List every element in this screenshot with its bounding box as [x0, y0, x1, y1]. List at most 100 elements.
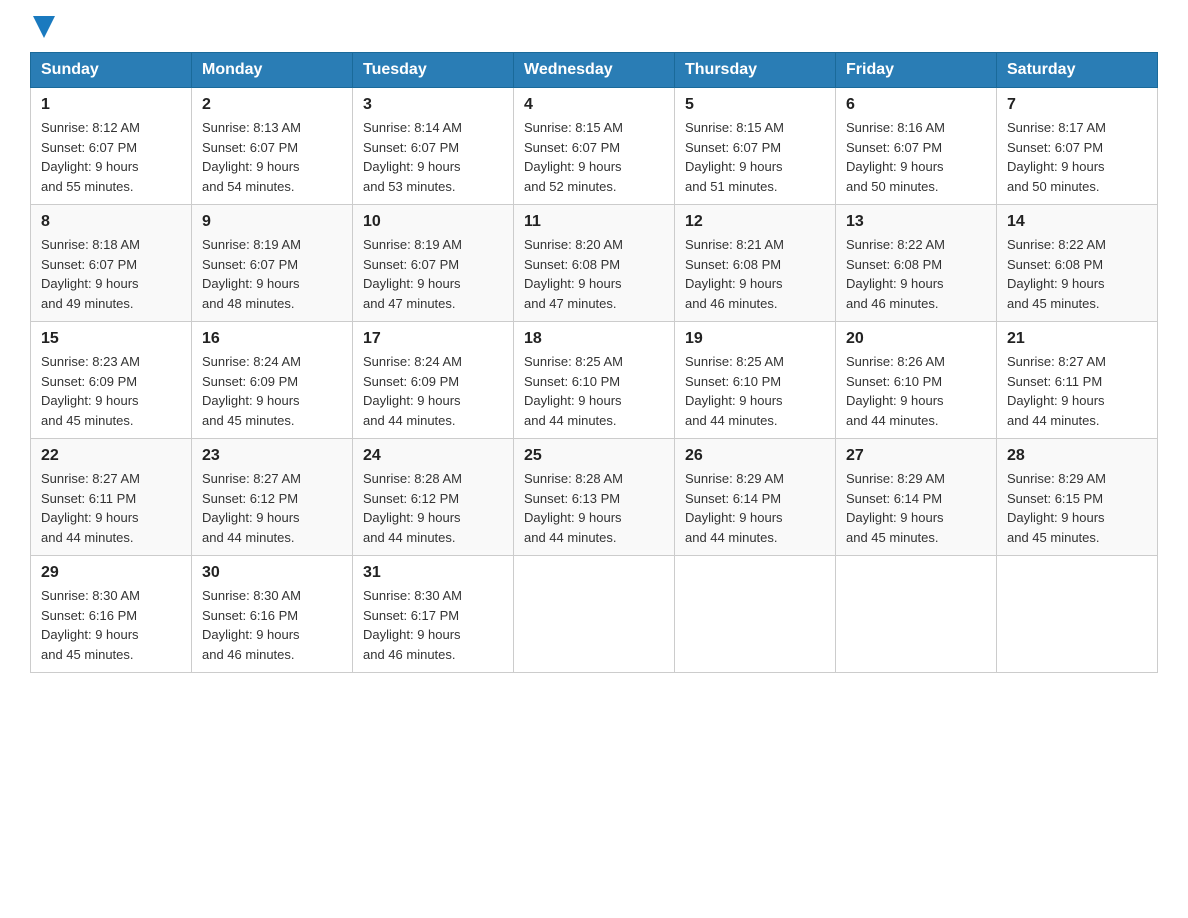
calendar-day-cell: 8 Sunrise: 8:18 AMSunset: 6:07 PMDayligh…	[31, 205, 192, 322]
day-info: Sunrise: 8:27 AMSunset: 6:12 PMDaylight:…	[202, 469, 342, 547]
day-number: 5	[685, 96, 825, 114]
calendar-day-cell: 3 Sunrise: 8:14 AMSunset: 6:07 PMDayligh…	[353, 88, 514, 205]
calendar-day-cell	[514, 556, 675, 673]
logo	[30, 20, 55, 32]
day-info: Sunrise: 8:19 AMSunset: 6:07 PMDaylight:…	[202, 235, 342, 313]
calendar-day-cell: 31 Sunrise: 8:30 AMSunset: 6:17 PMDaylig…	[353, 556, 514, 673]
calendar-day-cell: 16 Sunrise: 8:24 AMSunset: 6:09 PMDaylig…	[192, 322, 353, 439]
calendar-week-row: 1 Sunrise: 8:12 AMSunset: 6:07 PMDayligh…	[31, 88, 1158, 205]
day-info: Sunrise: 8:26 AMSunset: 6:10 PMDaylight:…	[846, 352, 986, 430]
calendar-day-cell: 5 Sunrise: 8:15 AMSunset: 6:07 PMDayligh…	[675, 88, 836, 205]
day-info: Sunrise: 8:15 AMSunset: 6:07 PMDaylight:…	[685, 118, 825, 196]
day-number: 18	[524, 330, 664, 348]
day-info: Sunrise: 8:20 AMSunset: 6:08 PMDaylight:…	[524, 235, 664, 313]
calendar-week-row: 15 Sunrise: 8:23 AMSunset: 6:09 PMDaylig…	[31, 322, 1158, 439]
calendar-day-cell: 4 Sunrise: 8:15 AMSunset: 6:07 PMDayligh…	[514, 88, 675, 205]
day-number: 30	[202, 564, 342, 582]
day-info: Sunrise: 8:30 AMSunset: 6:16 PMDaylight:…	[41, 586, 181, 664]
calendar-day-cell: 29 Sunrise: 8:30 AMSunset: 6:16 PMDaylig…	[31, 556, 192, 673]
day-number: 3	[363, 96, 503, 114]
day-number: 28	[1007, 447, 1147, 465]
day-info: Sunrise: 8:18 AMSunset: 6:07 PMDaylight:…	[41, 235, 181, 313]
calendar-day-cell: 22 Sunrise: 8:27 AMSunset: 6:11 PMDaylig…	[31, 439, 192, 556]
day-number: 1	[41, 96, 181, 114]
calendar-day-cell: 24 Sunrise: 8:28 AMSunset: 6:12 PMDaylig…	[353, 439, 514, 556]
calendar-table: SundayMondayTuesdayWednesdayThursdayFrid…	[30, 52, 1158, 673]
day-number: 25	[524, 447, 664, 465]
weekday-header-sunday: Sunday	[31, 53, 192, 88]
day-number: 11	[524, 213, 664, 231]
day-number: 10	[363, 213, 503, 231]
calendar-day-cell: 15 Sunrise: 8:23 AMSunset: 6:09 PMDaylig…	[31, 322, 192, 439]
day-number: 9	[202, 213, 342, 231]
calendar-day-cell	[997, 556, 1158, 673]
day-info: Sunrise: 8:24 AMSunset: 6:09 PMDaylight:…	[363, 352, 503, 430]
calendar-day-cell: 17 Sunrise: 8:24 AMSunset: 6:09 PMDaylig…	[353, 322, 514, 439]
calendar-day-cell: 21 Sunrise: 8:27 AMSunset: 6:11 PMDaylig…	[997, 322, 1158, 439]
calendar-day-cell: 9 Sunrise: 8:19 AMSunset: 6:07 PMDayligh…	[192, 205, 353, 322]
day-number: 29	[41, 564, 181, 582]
day-number: 21	[1007, 330, 1147, 348]
calendar-day-cell: 26 Sunrise: 8:29 AMSunset: 6:14 PMDaylig…	[675, 439, 836, 556]
day-info: Sunrise: 8:16 AMSunset: 6:07 PMDaylight:…	[846, 118, 986, 196]
calendar-day-cell: 1 Sunrise: 8:12 AMSunset: 6:07 PMDayligh…	[31, 88, 192, 205]
day-info: Sunrise: 8:13 AMSunset: 6:07 PMDaylight:…	[202, 118, 342, 196]
calendar-day-cell: 23 Sunrise: 8:27 AMSunset: 6:12 PMDaylig…	[192, 439, 353, 556]
day-info: Sunrise: 8:28 AMSunset: 6:13 PMDaylight:…	[524, 469, 664, 547]
day-number: 23	[202, 447, 342, 465]
calendar-day-cell: 19 Sunrise: 8:25 AMSunset: 6:10 PMDaylig…	[675, 322, 836, 439]
day-info: Sunrise: 8:12 AMSunset: 6:07 PMDaylight:…	[41, 118, 181, 196]
weekday-header-wednesday: Wednesday	[514, 53, 675, 88]
calendar-week-row: 8 Sunrise: 8:18 AMSunset: 6:07 PMDayligh…	[31, 205, 1158, 322]
calendar-day-cell: 30 Sunrise: 8:30 AMSunset: 6:16 PMDaylig…	[192, 556, 353, 673]
calendar-day-cell: 13 Sunrise: 8:22 AMSunset: 6:08 PMDaylig…	[836, 205, 997, 322]
logo-triangle-icon	[33, 16, 55, 38]
day-number: 8	[41, 213, 181, 231]
day-number: 16	[202, 330, 342, 348]
day-info: Sunrise: 8:29 AMSunset: 6:14 PMDaylight:…	[846, 469, 986, 547]
calendar-day-cell: 12 Sunrise: 8:21 AMSunset: 6:08 PMDaylig…	[675, 205, 836, 322]
day-number: 14	[1007, 213, 1147, 231]
day-info: Sunrise: 8:17 AMSunset: 6:07 PMDaylight:…	[1007, 118, 1147, 196]
calendar-day-cell	[675, 556, 836, 673]
calendar-day-cell: 10 Sunrise: 8:19 AMSunset: 6:07 PMDaylig…	[353, 205, 514, 322]
day-info: Sunrise: 8:27 AMSunset: 6:11 PMDaylight:…	[1007, 352, 1147, 430]
weekday-header-saturday: Saturday	[997, 53, 1158, 88]
weekday-header-row: SundayMondayTuesdayWednesdayThursdayFrid…	[31, 53, 1158, 88]
day-number: 12	[685, 213, 825, 231]
calendar-day-cell: 18 Sunrise: 8:25 AMSunset: 6:10 PMDaylig…	[514, 322, 675, 439]
day-number: 7	[1007, 96, 1147, 114]
day-info: Sunrise: 8:21 AMSunset: 6:08 PMDaylight:…	[685, 235, 825, 313]
calendar-day-cell: 25 Sunrise: 8:28 AMSunset: 6:13 PMDaylig…	[514, 439, 675, 556]
day-info: Sunrise: 8:19 AMSunset: 6:07 PMDaylight:…	[363, 235, 503, 313]
day-number: 15	[41, 330, 181, 348]
day-info: Sunrise: 8:15 AMSunset: 6:07 PMDaylight:…	[524, 118, 664, 196]
weekday-header-monday: Monday	[192, 53, 353, 88]
calendar-day-cell	[836, 556, 997, 673]
day-number: 24	[363, 447, 503, 465]
day-info: Sunrise: 8:25 AMSunset: 6:10 PMDaylight:…	[524, 352, 664, 430]
day-number: 2	[202, 96, 342, 114]
calendar-day-cell: 11 Sunrise: 8:20 AMSunset: 6:08 PMDaylig…	[514, 205, 675, 322]
day-number: 13	[846, 213, 986, 231]
weekday-header-thursday: Thursday	[675, 53, 836, 88]
weekday-header-tuesday: Tuesday	[353, 53, 514, 88]
day-info: Sunrise: 8:25 AMSunset: 6:10 PMDaylight:…	[685, 352, 825, 430]
day-number: 27	[846, 447, 986, 465]
weekday-header-friday: Friday	[836, 53, 997, 88]
calendar-day-cell: 28 Sunrise: 8:29 AMSunset: 6:15 PMDaylig…	[997, 439, 1158, 556]
day-number: 6	[846, 96, 986, 114]
calendar-day-cell: 27 Sunrise: 8:29 AMSunset: 6:14 PMDaylig…	[836, 439, 997, 556]
day-number: 20	[846, 330, 986, 348]
day-number: 17	[363, 330, 503, 348]
calendar-day-cell: 20 Sunrise: 8:26 AMSunset: 6:10 PMDaylig…	[836, 322, 997, 439]
day-info: Sunrise: 8:29 AMSunset: 6:15 PMDaylight:…	[1007, 469, 1147, 547]
day-info: Sunrise: 8:22 AMSunset: 6:08 PMDaylight:…	[1007, 235, 1147, 313]
calendar-day-cell: 7 Sunrise: 8:17 AMSunset: 6:07 PMDayligh…	[997, 88, 1158, 205]
day-number: 22	[41, 447, 181, 465]
day-info: Sunrise: 8:23 AMSunset: 6:09 PMDaylight:…	[41, 352, 181, 430]
day-info: Sunrise: 8:14 AMSunset: 6:07 PMDaylight:…	[363, 118, 503, 196]
day-info: Sunrise: 8:30 AMSunset: 6:16 PMDaylight:…	[202, 586, 342, 664]
day-info: Sunrise: 8:22 AMSunset: 6:08 PMDaylight:…	[846, 235, 986, 313]
day-info: Sunrise: 8:29 AMSunset: 6:14 PMDaylight:…	[685, 469, 825, 547]
